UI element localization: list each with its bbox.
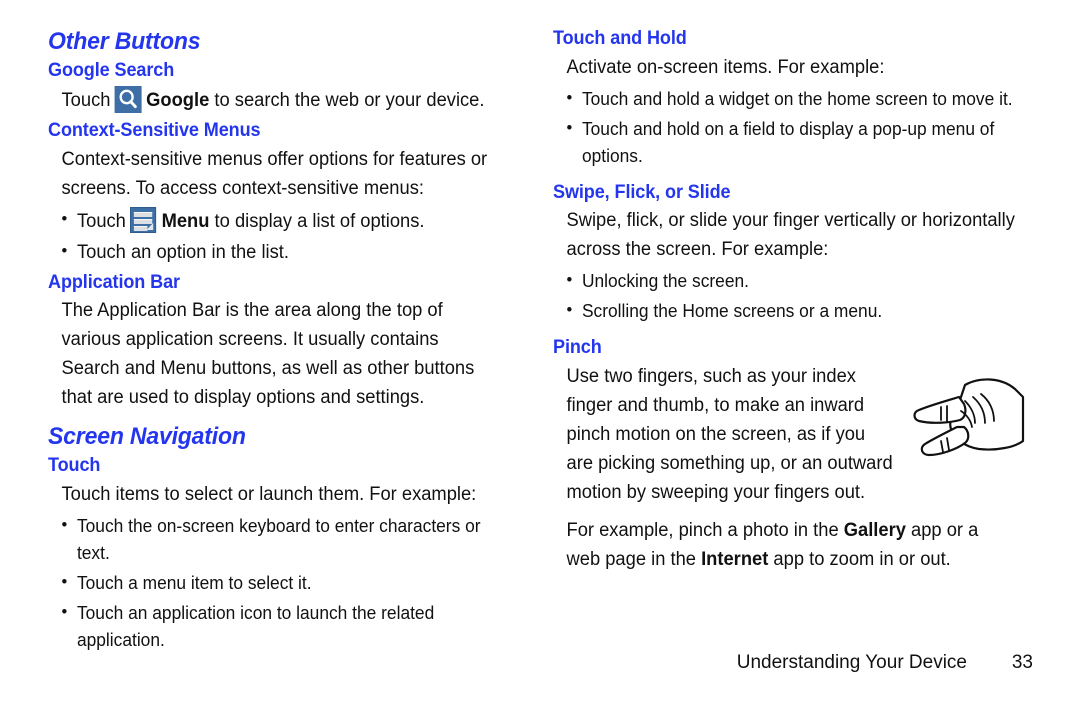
pinch-example-part3: app to zoom in or out. <box>773 549 951 571</box>
heading-touch: Touch <box>48 455 101 477</box>
swipe-bullet-2: Scrolling the Home screens or a menu. <box>553 297 1016 325</box>
heading-application-bar: Application Bar <box>48 271 180 293</box>
footer-page-number: 33 <box>1011 652 1033 673</box>
pinch-paragraph: Use two fingers, such as your index fing… <box>566 366 893 503</box>
menu-icon-bar <box>133 225 148 231</box>
menu-icon <box>129 206 156 233</box>
left-column: Other Buttons Google Search Touch Google… <box>48 28 518 657</box>
context-menus-bullet-1: Touch Menu to display a list of options. <box>48 206 502 237</box>
footer-title: Understanding Your Device <box>736 652 967 673</box>
touch-and-hold-bullet-2: Touch and hold on a field to display a p… <box>553 115 1016 170</box>
google-search-suffix: to search the web or your device. <box>214 90 485 112</box>
touch-and-hold-paragraph: Activate on-screen items. For example: <box>566 56 885 78</box>
touch-bullet-2: Touch a menu item to select it. <box>48 569 502 597</box>
heading-google-search: Google Search <box>48 60 175 82</box>
context-bullet-prefix: Touch <box>76 210 126 232</box>
pinch-example-paragraph: For example, pinch a photo in the Galler… <box>553 517 1016 575</box>
heading-pinch: Pinch <box>553 337 602 359</box>
heading-swipe-flick-slide: Swipe, Flick, or Slide <box>553 181 731 203</box>
context-menus-paragraph: Context-sensitive menus offer options fo… <box>61 148 488 199</box>
application-bar-paragraph: The Application Bar is the area along th… <box>61 300 475 408</box>
pinch-hand-illustration <box>905 367 1033 463</box>
document-page: Other Buttons Google Search Touch Google… <box>0 0 1080 720</box>
context-bullet-bold-word: Menu <box>161 210 210 232</box>
page-footer: Understanding Your Device 33 <box>0 652 1033 674</box>
heading-touch-and-hold: Touch and Hold <box>553 28 687 49</box>
search-icon <box>114 86 142 114</box>
heading-context-sensitive-menus: Context-Sensitive Menus <box>48 119 261 141</box>
pinch-example-bold-internet: Internet <box>701 549 769 571</box>
google-search-prefix: Touch <box>61 90 111 112</box>
swipe-paragraph: Swipe, flick, or slide your finger verti… <box>566 210 1015 261</box>
context-bullet-suffix: to display a list of options. <box>214 210 425 232</box>
touch-paragraph: Touch items to select or launch them. Fo… <box>61 483 477 505</box>
pinch-hand-glyph <box>913 378 1025 457</box>
search-icon-glyph <box>119 89 137 109</box>
touch-bullet-3: Touch an application icon to launch the … <box>48 599 502 654</box>
menu-icon-corner <box>146 222 153 230</box>
section-title-other-buttons: Other Buttons <box>48 28 201 55</box>
section-title-screen-navigation: Screen Navigation <box>48 422 246 450</box>
menu-icon-bar <box>133 211 152 217</box>
context-menus-bullet-2: Touch an option in the list. <box>48 238 502 268</box>
google-search-bold-word: Google <box>146 90 210 112</box>
google-search-instruction: Touch Google to search the web or your d… <box>48 86 502 116</box>
swipe-bullet-1: Unlocking the screen. <box>553 267 1016 295</box>
pinch-example-bold-gallery: Gallery <box>843 520 906 542</box>
right-column: Touch and Hold Activate on-screen items.… <box>553 28 1033 577</box>
touch-bullet-1: Touch the on-screen keyboard to enter ch… <box>48 512 502 567</box>
pinch-example-part1: For example, pinch a photo in the <box>566 520 839 542</box>
pinch-section: Pinch Use two fingers, such as your inde… <box>553 337 1033 575</box>
touch-and-hold-bullet-1: Touch and hold a widget on the home scre… <box>553 85 1016 113</box>
